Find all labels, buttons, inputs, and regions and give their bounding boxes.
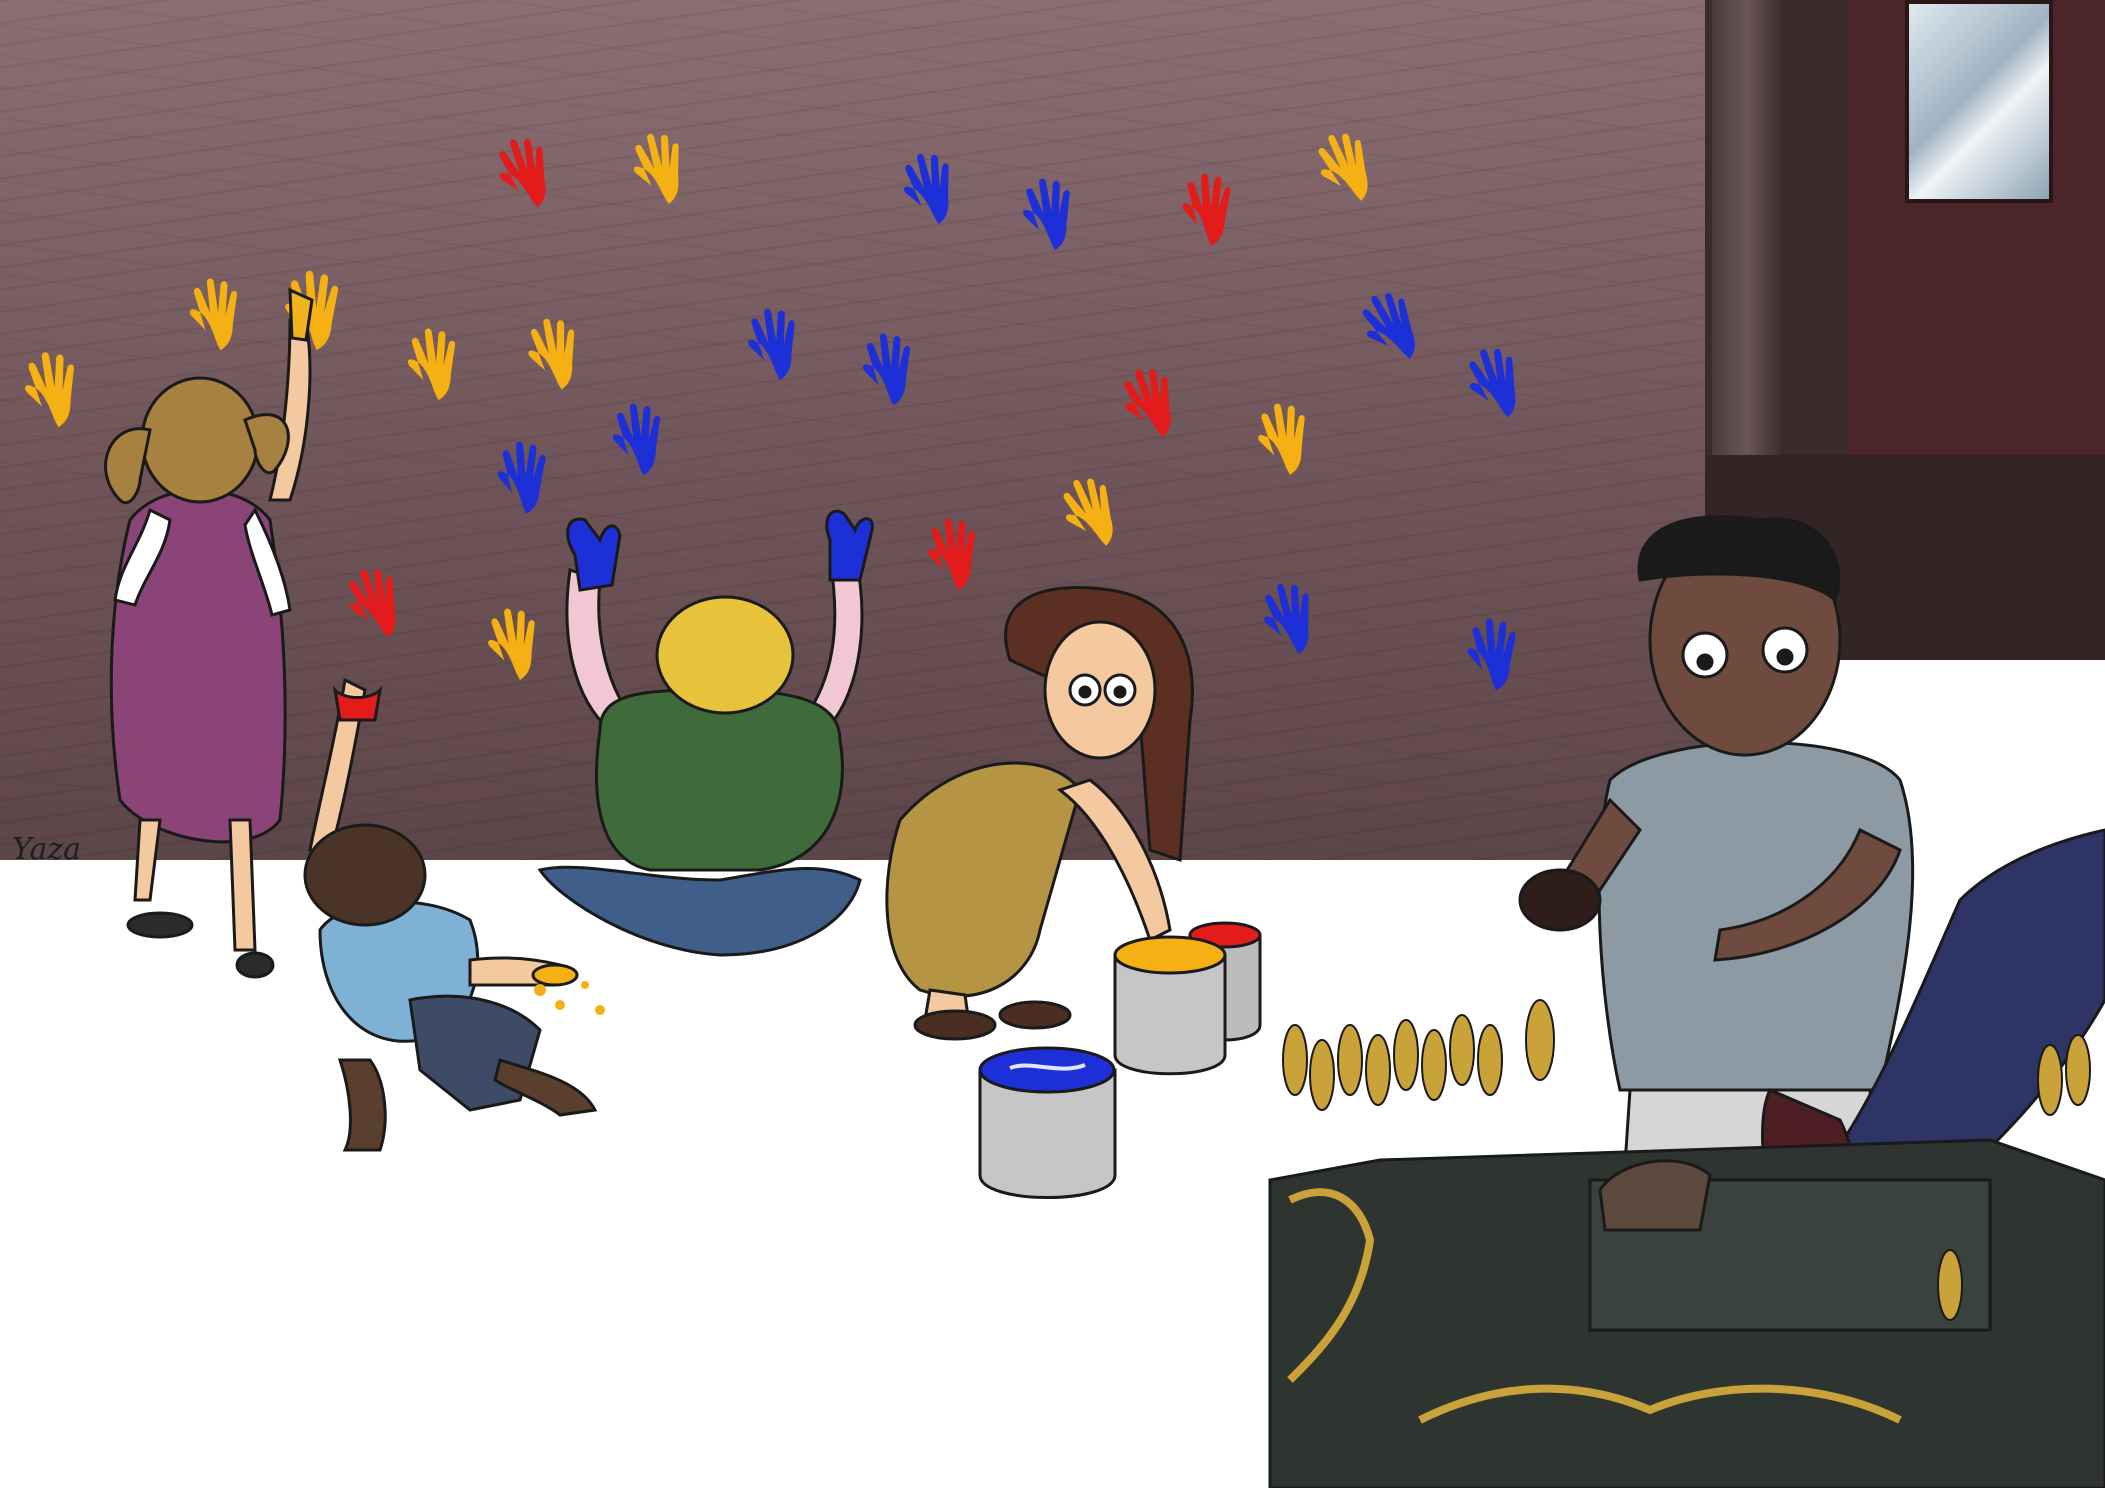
hand-icon [185,275,245,354]
hand-icon [489,131,561,217]
hand-icon [896,147,963,231]
shoe-shine-stand [1268,1138,2105,1488]
hand-icon [1351,283,1431,372]
toddler-crawling [303,677,598,1152]
hand-icon [1017,174,1079,255]
hand-icon [1252,399,1314,480]
hand-icon [1464,616,1521,693]
hand-icon [1114,361,1186,447]
paint-can-yellow [1113,935,1227,1076]
boy-sitting [537,509,874,957]
hand-icon [19,347,84,432]
hand-icon [742,304,804,385]
hand-icon [482,604,544,685]
hand-icon [923,515,983,594]
hand-icon [1308,124,1384,212]
hand-icon [1053,469,1129,557]
illustration [19,124,2105,1488]
hand-icon [1459,341,1531,427]
hand-icon [403,325,463,404]
girl-pigtails [104,287,314,979]
paint-can-blue [978,1046,1117,1199]
hand-icon [339,561,411,647]
hand-icon [608,400,668,479]
hand-icon [626,127,693,211]
hand-icon [1256,577,1323,661]
hand-icon [522,313,586,395]
hand-icon [1179,171,1236,248]
hand-icon [494,439,551,516]
cartoon-scene: Yaza [0,0,2105,1488]
hand-icon [858,330,918,409]
